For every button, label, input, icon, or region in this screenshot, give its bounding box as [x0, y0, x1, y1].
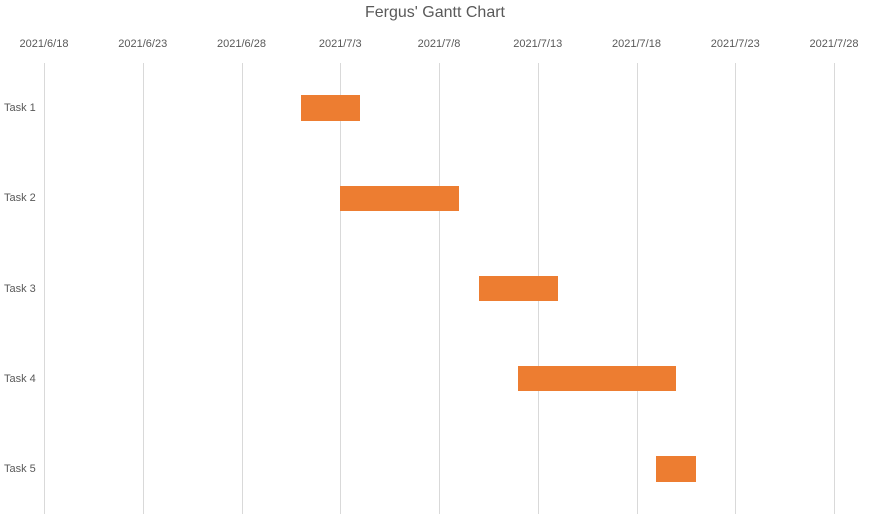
gridline — [44, 63, 45, 514]
x-tick-label: 2021/6/18 — [20, 38, 69, 50]
x-tick-label: 2021/7/8 — [418, 38, 461, 50]
gridline — [143, 63, 144, 514]
plot-area — [44, 63, 834, 514]
y-tick-label: Task 1 — [4, 102, 36, 114]
y-tick-label: Task 2 — [4, 192, 36, 204]
gridline — [834, 63, 835, 514]
gridline — [735, 63, 736, 514]
gantt-bar — [301, 95, 360, 120]
chart-title: Fergus' Gantt Chart — [0, 4, 870, 22]
x-tick-label: 2021/6/28 — [217, 38, 266, 50]
x-tick-label: 2021/7/18 — [612, 38, 661, 50]
y-tick-label: Task 5 — [4, 463, 36, 475]
gantt-bar — [479, 276, 558, 301]
gridline — [242, 63, 243, 514]
gantt-bar — [518, 366, 676, 391]
x-tick-label: 2021/7/3 — [319, 38, 362, 50]
gantt-bar — [340, 186, 459, 211]
x-tick-label: 2021/6/23 — [118, 38, 167, 50]
x-tick-label: 2021/7/23 — [711, 38, 760, 50]
gridline — [637, 63, 638, 514]
gantt-chart: Fergus' Gantt Chart 2021/6/182021/6/2320… — [0, 0, 870, 526]
gridline — [439, 63, 440, 514]
x-tick-label: 2021/7/28 — [810, 38, 859, 50]
x-axis-labels: 2021/6/18 2021/6/23 2021/6/28 2021/7/3 2021/… — [0, 38, 870, 56]
y-tick-label: Task 4 — [4, 373, 36, 385]
gantt-bar — [656, 456, 696, 481]
x-tick-label: 2021/7/13 — [513, 38, 562, 50]
gridline — [340, 63, 341, 514]
y-tick-label: Task 3 — [4, 283, 36, 295]
y-axis-labels: Task 1 Task 2 Task 3 Task 4 Task 5 — [0, 63, 44, 514]
